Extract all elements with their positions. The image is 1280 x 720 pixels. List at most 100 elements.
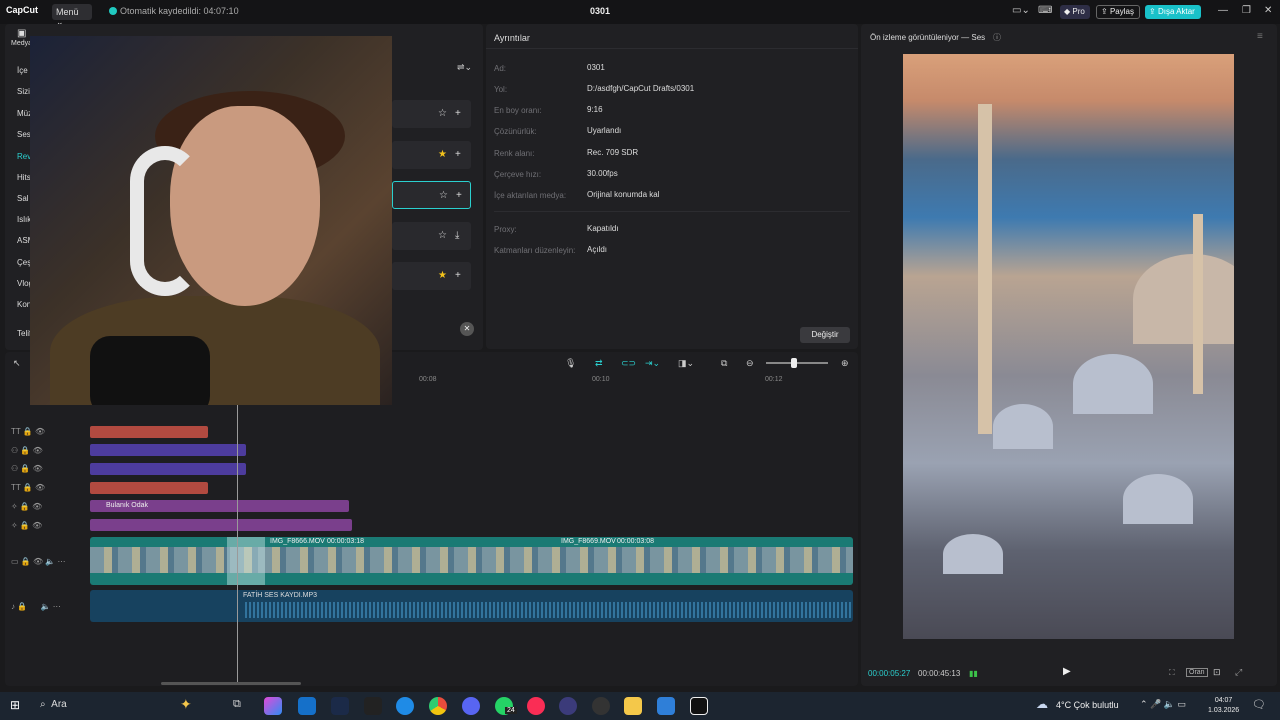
link-icon[interactable]: ⇄	[595, 358, 603, 369]
media-tab-icon[interactable]: ▣	[17, 28, 26, 39]
chrome-icon[interactable]	[429, 697, 447, 715]
video-thumbnails	[90, 547, 853, 573]
change-button[interactable]: Değiştir	[800, 327, 850, 343]
epic-icon[interactable]	[364, 697, 382, 715]
weather-text[interactable]: 4°C Çok bulutlu	[1056, 700, 1119, 710]
clip-duration: 00:00:03:08	[617, 538, 654, 545]
pro-button[interactable]: ◆ Pro	[1060, 5, 1090, 19]
main-track-icon: ▭ 🔒 👁 🔈 ⋯	[11, 557, 66, 566]
detail-value-ratio: 9:16	[587, 105, 603, 114]
media-tab-label[interactable]: Medya	[11, 40, 32, 47]
ratio-button[interactable]: Oran	[1186, 668, 1208, 677]
horizontal-scrollbar[interactable]	[161, 682, 301, 685]
copilot-icon[interactable]: ✦	[180, 696, 192, 713]
minimize-icon[interactable]: —	[1218, 5, 1228, 16]
add-icon[interactable]: +	[455, 108, 461, 119]
add-icon[interactable]: +	[455, 149, 461, 160]
play-button[interactable]: ▶	[1063, 666, 1071, 677]
clear-icon[interactable]: ✕	[460, 322, 474, 336]
sticker-clip[interactable]	[90, 444, 246, 456]
divider	[494, 211, 850, 212]
download-icon[interactable]: ⤓	[455, 230, 459, 241]
list-item[interactable]: ★ +	[392, 141, 471, 169]
detail-value-fps: 30.00fps	[587, 169, 618, 178]
task-view-icon[interactable]: ⧉	[233, 698, 241, 711]
zoom-slider[interactable]	[766, 362, 828, 364]
snap-icon[interactable]: ⇥⌄	[645, 358, 660, 369]
zoom-slider-handle[interactable]	[791, 358, 797, 368]
split-icon[interactable]: ◨⌄	[678, 358, 694, 369]
list-item[interactable]: ★ +	[392, 262, 471, 290]
notifications-icon[interactable]: 🗨	[1252, 698, 1266, 711]
list-item[interactable]: ☆ +	[392, 181, 471, 209]
sidebar-item-sal[interactable]: Sal	[17, 194, 29, 203]
text-clip[interactable]	[90, 482, 208, 494]
share-button[interactable]: ⇪ Paylaş	[1096, 5, 1140, 19]
fullscreen-ratio-icon[interactable]: ⛶	[1169, 668, 1175, 678]
layout-icon[interactable]: ▭⌄	[1012, 5, 1030, 16]
audio-track[interactable]: FATİH SES KAYDI.MP3	[90, 590, 853, 622]
capcut-app-icon[interactable]	[690, 697, 708, 715]
preview-axis-icon[interactable]: ⧉	[721, 358, 727, 369]
effect-clip[interactable]	[90, 519, 352, 531]
ruler-label: 00:08	[419, 376, 437, 383]
star-icon[interactable]: ☆	[439, 190, 448, 201]
zoom-in-icon[interactable]: ⊕	[841, 358, 849, 369]
clock[interactable]: 04:07 1.03.2026	[1208, 696, 1239, 716]
discord-icon[interactable]	[462, 697, 480, 715]
export-button[interactable]: ⇪ Dışa Aktar	[1145, 5, 1201, 19]
windows-start-icon[interactable]: ⊞	[10, 698, 20, 712]
title-bar: CapCut Menü ⌄ Otomatik kaydedildi: 04:07…	[0, 0, 1280, 27]
taskbar-search[interactable]: ⌕ Ara	[34, 696, 224, 716]
zoom-fit-icon[interactable]: ⊡	[1213, 667, 1221, 678]
app-icon[interactable]	[559, 697, 577, 715]
sidebar-item-hits[interactable]: Hits	[17, 173, 31, 182]
star-filled-icon[interactable]: ★	[438, 270, 447, 281]
list-item[interactable]: ☆ ⤓	[392, 222, 471, 250]
add-icon[interactable]: +	[455, 270, 461, 281]
playhead[interactable]	[237, 402, 238, 682]
effect-clip[interactable]: Bulanık Odak	[90, 500, 349, 512]
menu-button[interactable]: Menü ⌄	[52, 4, 92, 27]
edge-icon[interactable]	[396, 697, 414, 715]
detail-label: Çerçeve hızı:	[494, 170, 542, 179]
zoom-out-icon[interactable]: ⊖	[746, 358, 754, 369]
autosave-status: Otomatik kaydedildi: 04:07:10	[109, 6, 239, 16]
star-icon[interactable]: ☆	[438, 108, 447, 119]
list-item[interactable]: ☆ +	[392, 100, 471, 128]
detail-label: İçe aktarılan medya:	[494, 191, 567, 200]
add-icon[interactable]: +	[456, 190, 462, 201]
mic-icon[interactable]: 🎙	[565, 358, 576, 369]
star-filled-icon[interactable]: ★	[438, 149, 447, 160]
divider	[486, 48, 858, 49]
info-icon[interactable]: ⓘ	[993, 32, 1001, 43]
webcam-overlay	[30, 36, 392, 405]
expand-icon[interactable]: ⤢	[1235, 667, 1242, 678]
app-icon[interactable]	[264, 697, 282, 715]
detail-label: Ad:	[494, 64, 507, 73]
steam-icon[interactable]	[331, 697, 349, 715]
photos-icon[interactable]	[657, 697, 675, 715]
select-tool-icon[interactable]: ↖	[13, 358, 21, 369]
cloud-check-icon	[109, 7, 117, 15]
audio-track-icon: ♪ 🔒 🔈 ⋯	[11, 602, 61, 611]
magnet-icon[interactable]: ⊂⊃	[621, 358, 636, 369]
sticker-clip[interactable]	[90, 463, 246, 475]
music-icon[interactable]	[527, 697, 545, 715]
maximize-icon[interactable]: ❐	[1242, 5, 1251, 16]
sidebar-item-sound[interactable]: Ses	[17, 130, 31, 139]
app-icon[interactable]	[592, 697, 610, 715]
filter-icon[interactable]: ⇌⌄	[457, 62, 472, 73]
transition-marker[interactable]	[227, 537, 265, 585]
main-video-track[interactable]: IMG_F8666.MOV 00:00:03:18 IMG_F8669.MOV …	[90, 537, 853, 585]
star-icon[interactable]: ☆	[438, 230, 447, 241]
outlook-icon[interactable]	[298, 697, 316, 715]
total-time: 00:00:45:13	[918, 669, 961, 678]
tray-icons[interactable]: ⌃ 🎤 🔈 ▭	[1140, 699, 1186, 710]
keyboard-icon[interactable]: ⌨	[1038, 5, 1052, 16]
file-explorer-icon[interactable]	[624, 697, 642, 715]
menu-icon[interactable]: ≡	[1257, 31, 1263, 42]
ruler-label: 00:10	[592, 376, 610, 383]
close-icon[interactable]: ✕	[1264, 5, 1272, 16]
text-clip[interactable]	[90, 426, 208, 438]
